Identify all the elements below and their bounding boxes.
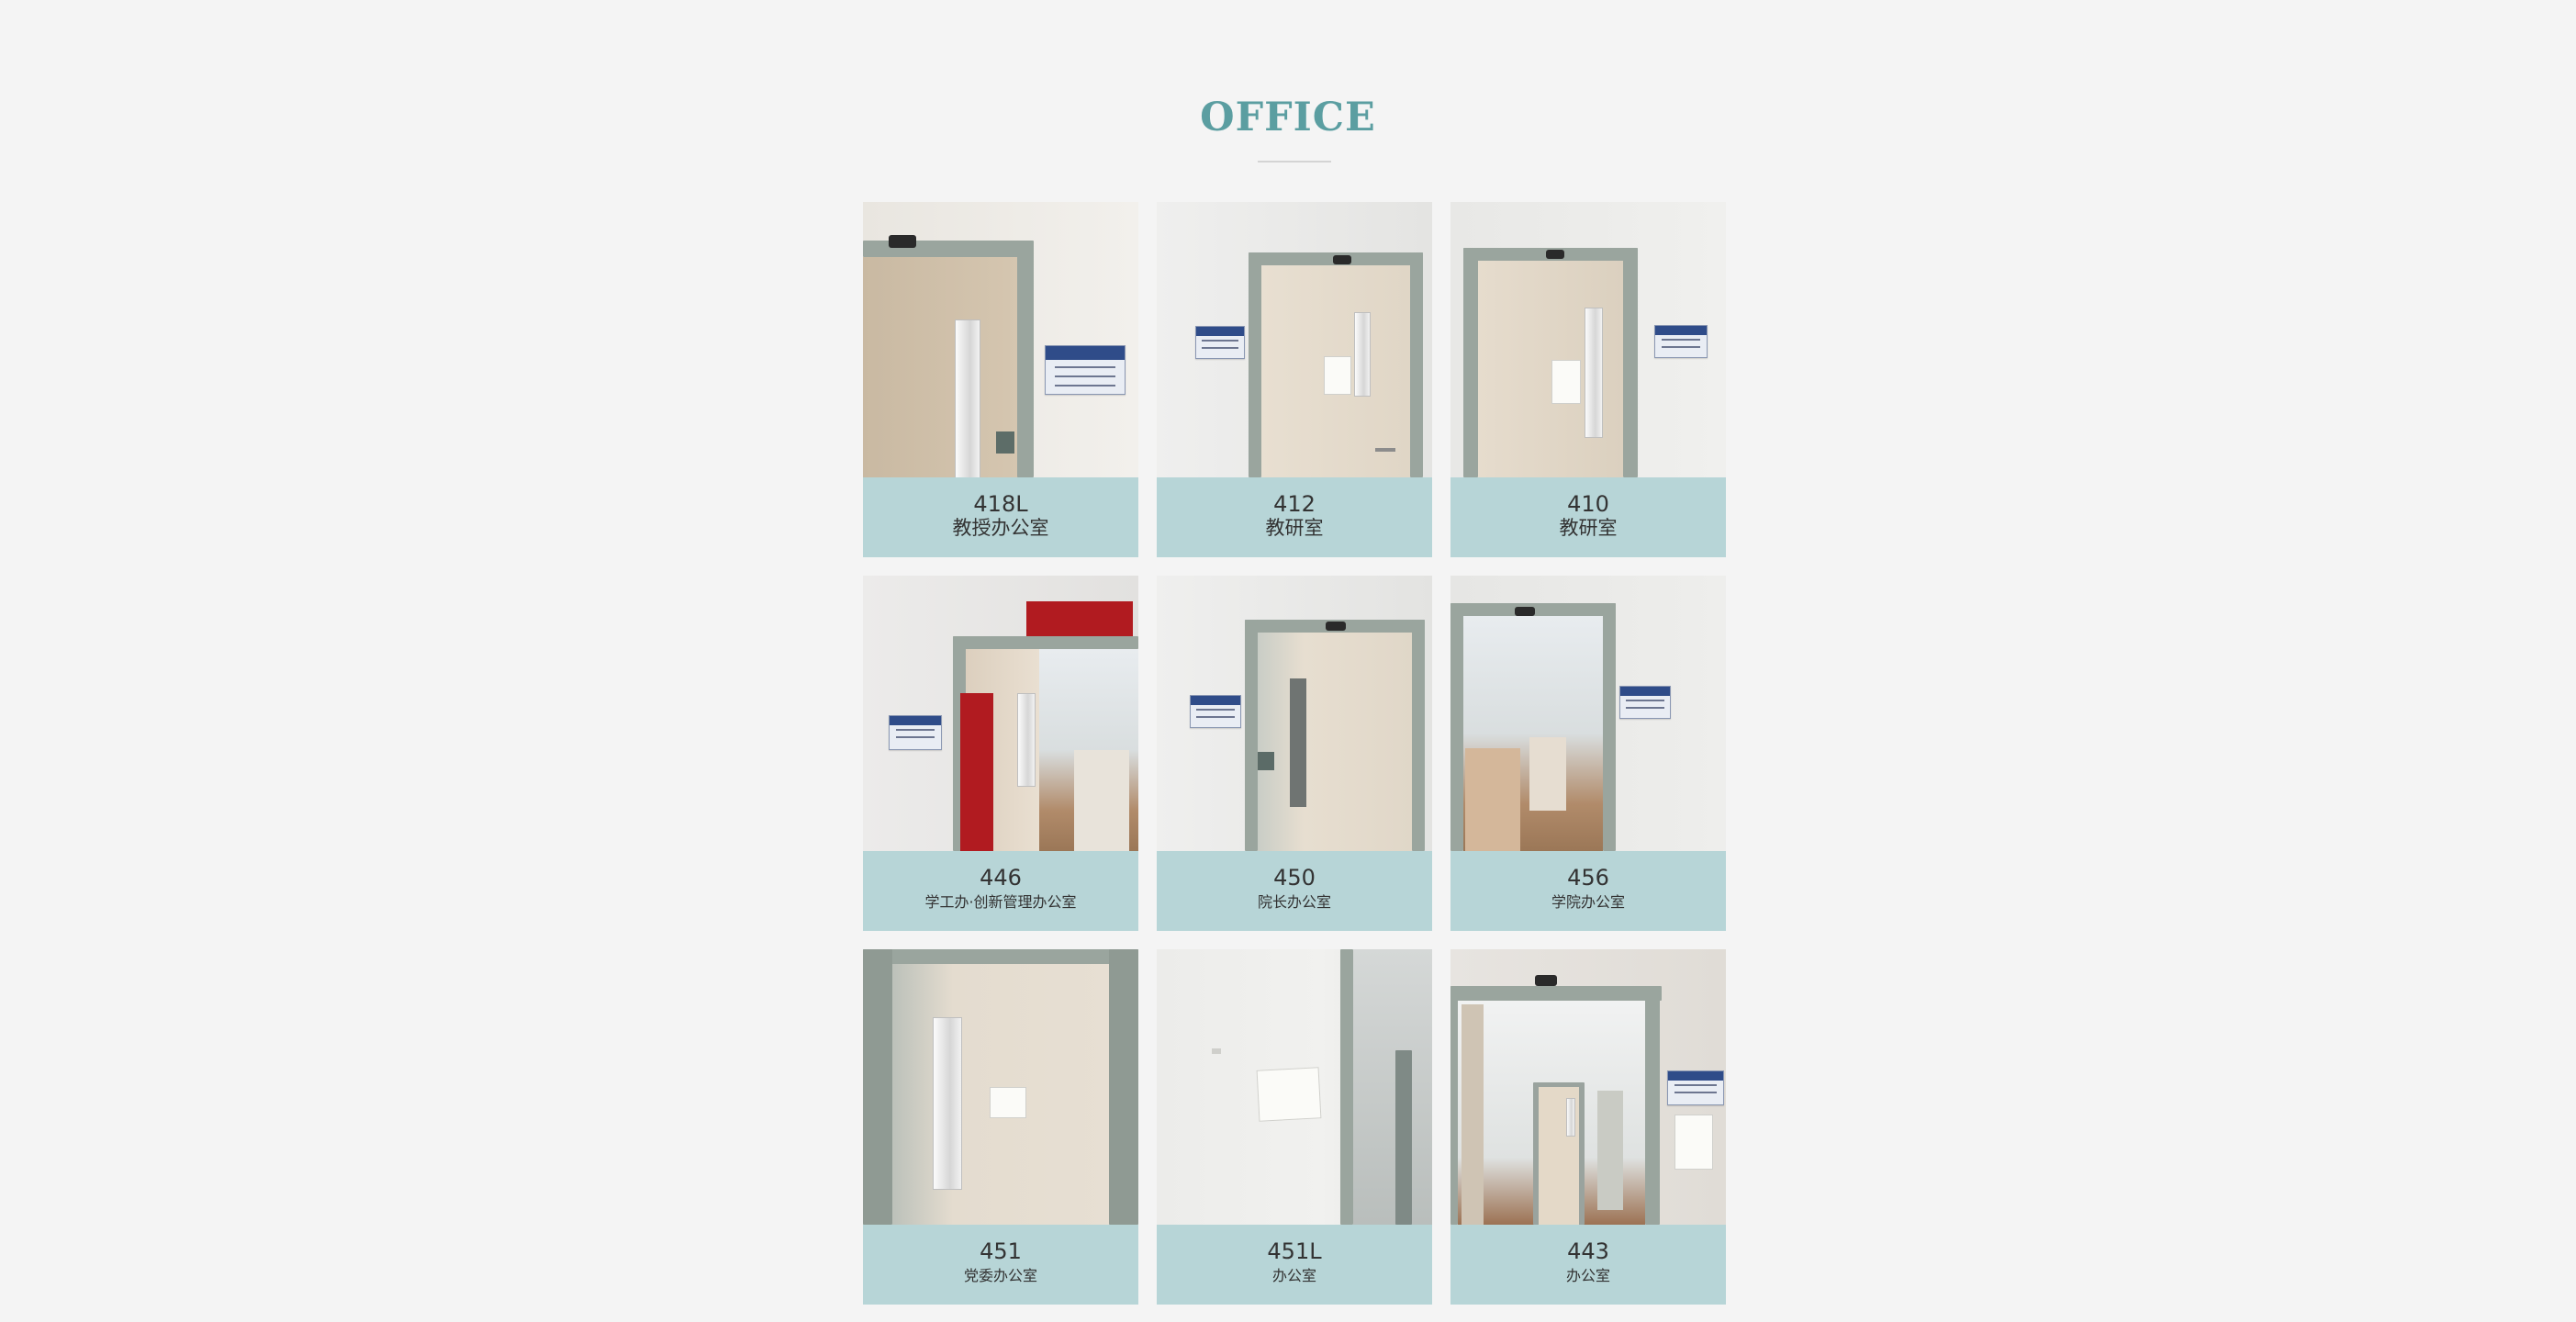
office-card-418l[interactable]: 418L 教授办公室 bbox=[863, 202, 1138, 557]
room-number: 451 bbox=[980, 1238, 1022, 1264]
office-caption: 446 学工办·创新管理办公室 bbox=[863, 851, 1138, 931]
office-caption: 412 教研室 bbox=[1157, 477, 1432, 557]
room-name: 办公室 bbox=[1565, 1267, 1610, 1284]
office-photo bbox=[1157, 949, 1432, 1225]
office-photo bbox=[863, 576, 1138, 851]
room-number: 418L bbox=[973, 491, 1028, 517]
office-card-410[interactable]: 410 教研室 bbox=[1450, 202, 1726, 557]
office-caption: 451 党委办公室 bbox=[863, 1225, 1138, 1305]
title-divider bbox=[1258, 161, 1331, 162]
office-caption: 410 教研室 bbox=[1450, 477, 1726, 557]
room-number: 410 bbox=[1567, 491, 1609, 517]
room-number: 451L bbox=[1267, 1238, 1322, 1264]
room-number: 446 bbox=[980, 865, 1022, 891]
office-photo bbox=[1157, 202, 1432, 477]
office-photo bbox=[863, 949, 1138, 1225]
office-page: OFFICE 418L 教授办公室 412 教研室 410 教研室 446 学工… bbox=[0, 0, 2576, 1322]
office-photo bbox=[863, 202, 1138, 477]
office-grid: 418L 教授办公室 412 教研室 410 教研室 446 学工办·创新管理办… bbox=[863, 202, 1726, 1305]
office-caption: 418L 教授办公室 bbox=[863, 477, 1138, 557]
office-caption: 456 学院办公室 bbox=[1450, 851, 1726, 931]
office-photo bbox=[1450, 202, 1726, 477]
office-caption: 443 办公室 bbox=[1450, 1225, 1726, 1305]
room-number: 450 bbox=[1273, 865, 1316, 891]
room-number: 456 bbox=[1567, 865, 1609, 891]
office-card-456[interactable]: 456 学院办公室 bbox=[1450, 576, 1726, 931]
office-photo bbox=[1450, 576, 1726, 851]
room-name: 党委办公室 bbox=[963, 1267, 1037, 1284]
room-name: 办公室 bbox=[1271, 1267, 1316, 1284]
office-photo bbox=[1157, 576, 1432, 851]
office-card-451l[interactable]: 451L 办公室 bbox=[1157, 949, 1432, 1305]
room-name: 教研室 bbox=[1559, 517, 1618, 539]
office-card-450[interactable]: 450 院长办公室 bbox=[1157, 576, 1432, 931]
room-name: 学院办公室 bbox=[1551, 893, 1625, 911]
office-card-451[interactable]: 451 党委办公室 bbox=[863, 949, 1138, 1305]
room-name: 教研室 bbox=[1265, 517, 1324, 539]
room-number: 443 bbox=[1567, 1238, 1609, 1264]
office-card-412[interactable]: 412 教研室 bbox=[1157, 202, 1432, 557]
room-name: 学工办·创新管理办公室 bbox=[924, 893, 1077, 911]
office-caption: 451L 办公室 bbox=[1157, 1225, 1432, 1305]
office-card-446[interactable]: 446 学工办·创新管理办公室 bbox=[863, 576, 1138, 931]
office-card-443[interactable]: 443 办公室 bbox=[1450, 949, 1726, 1305]
office-caption: 450 院长办公室 bbox=[1157, 851, 1432, 931]
page-title: OFFICE bbox=[1200, 95, 1376, 140]
office-photo bbox=[1450, 949, 1726, 1225]
room-number: 412 bbox=[1273, 491, 1316, 517]
room-name: 院长办公室 bbox=[1257, 893, 1331, 911]
room-name: 教授办公室 bbox=[952, 517, 1049, 539]
